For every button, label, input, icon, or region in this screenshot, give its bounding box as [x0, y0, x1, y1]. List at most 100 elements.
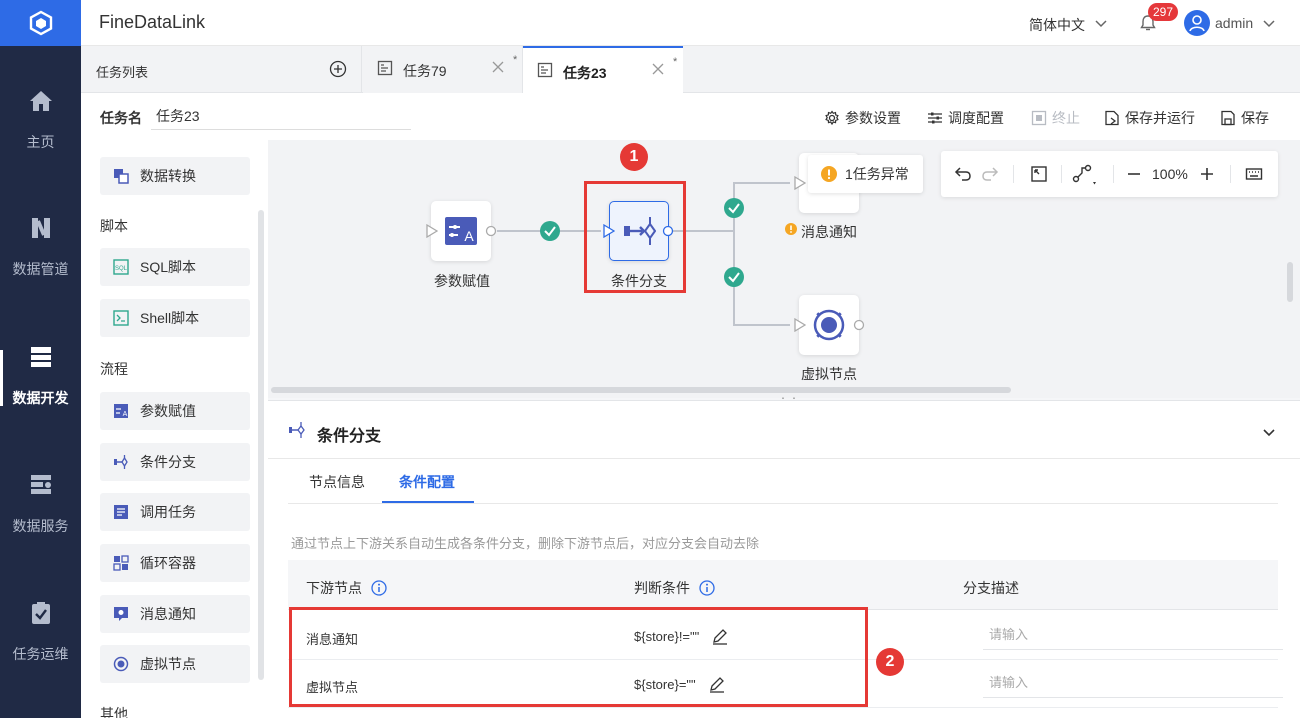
divider [1013, 165, 1014, 183]
nav-pipeline[interactable]: 数据管道 [0, 215, 81, 315]
info-icon[interactable] [371, 580, 387, 596]
panel-title: 条件分支 [317, 428, 382, 445]
language-selector[interactable]: 简体中文 [1029, 15, 1085, 35]
palette-scrollbar[interactable] [258, 210, 264, 680]
node-virtual[interactable] [799, 295, 859, 355]
palette-item-sql-script[interactable]: SQL SQL脚本 [100, 248, 250, 286]
alert-text: 1任务异常 [845, 166, 909, 182]
divider [361, 46, 362, 93]
task-icon [537, 62, 553, 78]
step-marker: 2 [876, 648, 904, 676]
task-icon [377, 60, 393, 76]
modified-marker: * [673, 56, 678, 68]
task-name-input[interactable] [151, 102, 411, 130]
app-logo[interactable] [0, 0, 81, 46]
save-run-icon [1105, 110, 1119, 126]
tab-label: 任务79 [403, 63, 447, 79]
node-label: 参数赋值 [434, 273, 490, 289]
app-title: FineDataLink [99, 12, 206, 32]
save-and-run-button[interactable]: 保存并运行 [1104, 108, 1195, 128]
undo-icon[interactable] [954, 165, 972, 183]
call-task-icon [114, 505, 128, 519]
nav-home[interactable]: 主页 [0, 88, 81, 188]
zoom-in-icon[interactable] [1198, 165, 1216, 183]
palette-item-call-task[interactable]: 调用任务 [100, 493, 250, 531]
message-icon [114, 607, 128, 621]
palette-item-message[interactable]: 消息通知 [100, 595, 250, 633]
param-settings-button[interactable]: 参数设置 [824, 108, 901, 128]
notification-badge: 297 [1148, 3, 1179, 21]
output-port-icon[interactable] [485, 224, 497, 238]
palette-item-loop-container[interactable]: 循环容器 [100, 544, 250, 582]
chevron-down-icon[interactable] [1262, 16, 1276, 30]
keyboard-icon[interactable] [1245, 165, 1263, 183]
layout-icon[interactable] [1072, 164, 1098, 186]
save-button[interactable]: 保存 [1220, 108, 1269, 128]
logo-icon [29, 10, 52, 36]
tab-task79[interactable]: 任务79 * [363, 46, 523, 93]
divider [1230, 165, 1231, 183]
palette-group-script: 脚本 [100, 218, 128, 234]
tab-task23[interactable]: 任务23 * [523, 46, 683, 93]
button-label: 调度配置 [948, 110, 1004, 126]
tab-node-info[interactable]: 节点信息 [309, 472, 365, 492]
column-header: 分支描述 [963, 580, 1019, 596]
zoom-level: 100% [1152, 166, 1188, 182]
nav-dev[interactable]: 数据开发 [0, 344, 81, 444]
column-header: 判断条件 [634, 578, 715, 598]
nav-service[interactable]: 数据服务 [0, 472, 81, 572]
data-transform-icon [114, 169, 129, 184]
tab-label: 任务23 [563, 65, 607, 81]
svg-text:SQL: SQL [115, 266, 128, 272]
node-label: 虚拟节点 [801, 366, 857, 382]
add-tab-icon[interactable] [329, 60, 347, 78]
branch-description-input[interactable] [983, 668, 1283, 698]
chevron-down-icon[interactable] [1261, 424, 1277, 440]
sliders-icon [928, 112, 942, 124]
left-nav: 主页 数据管道 数据开发 数据服务 任务运维 [0, 0, 81, 718]
task-name-label: 任务名 [100, 110, 142, 126]
canvas-scrollbar-vertical[interactable] [1287, 262, 1293, 302]
top-bar: FineDataLink 简体中文 297 admin [81, 0, 1300, 46]
table-header: 下游节点 判断条件 分支描述 [288, 560, 1278, 610]
avatar[interactable] [1184, 10, 1210, 36]
close-icon[interactable] [491, 60, 505, 74]
redo-icon[interactable] [981, 165, 999, 183]
zoom-out-icon[interactable] [1125, 165, 1143, 183]
task-list-label[interactable]: 任务列表 [96, 62, 148, 81]
branch-description-input[interactable] [983, 620, 1283, 650]
nav-label: 主页 [26, 134, 55, 150]
stop-button[interactable]: 终止 [1031, 108, 1080, 128]
palette-item-label: 数据转换 [140, 168, 196, 184]
input-port-icon [794, 176, 806, 190]
palette-item-label: SQL脚本 [140, 259, 197, 275]
svg-text:A: A [464, 228, 474, 244]
button-label: 终止 [1052, 110, 1080, 126]
output-port-icon[interactable] [853, 318, 865, 332]
nav-label: 数据管道 [12, 261, 69, 277]
canvas-scrollbar-horizontal[interactable] [271, 387, 1011, 393]
username[interactable]: admin [1215, 15, 1253, 31]
pipeline-icon [31, 218, 50, 238]
palette-item-shell-script[interactable]: Shell脚本 [100, 299, 250, 337]
palette-item-condition-branch[interactable]: 条件分支 [100, 443, 250, 481]
close-icon[interactable] [651, 62, 665, 76]
nav-ops[interactable]: 任务运维 [0, 600, 81, 700]
divider [1113, 165, 1114, 183]
palette-item-label: 条件分支 [140, 454, 196, 470]
nav-label: 数据开发 [12, 390, 69, 406]
node-param-assign[interactable]: A [431, 201, 491, 261]
button-label: 保存并运行 [1125, 110, 1195, 126]
info-icon[interactable] [699, 580, 715, 596]
input-port-icon [794, 318, 806, 332]
chevron-down-icon[interactable] [1094, 16, 1108, 30]
fit-view-icon[interactable] [1030, 165, 1048, 183]
palette-item-param-assign[interactable]: A 参数赋值 [100, 392, 250, 430]
schedule-config-button[interactable]: 调度配置 [927, 108, 1004, 128]
task-alert[interactable]: 1任务异常 [808, 155, 923, 193]
success-check-icon [724, 198, 744, 218]
palette-item-virtual-node[interactable]: 虚拟节点 [100, 645, 250, 683]
step-marker: 1 [620, 143, 648, 171]
tab-condition-config[interactable]: 条件配置 [399, 472, 455, 492]
palette-item-data-transform[interactable]: 数据转换 [100, 157, 250, 195]
